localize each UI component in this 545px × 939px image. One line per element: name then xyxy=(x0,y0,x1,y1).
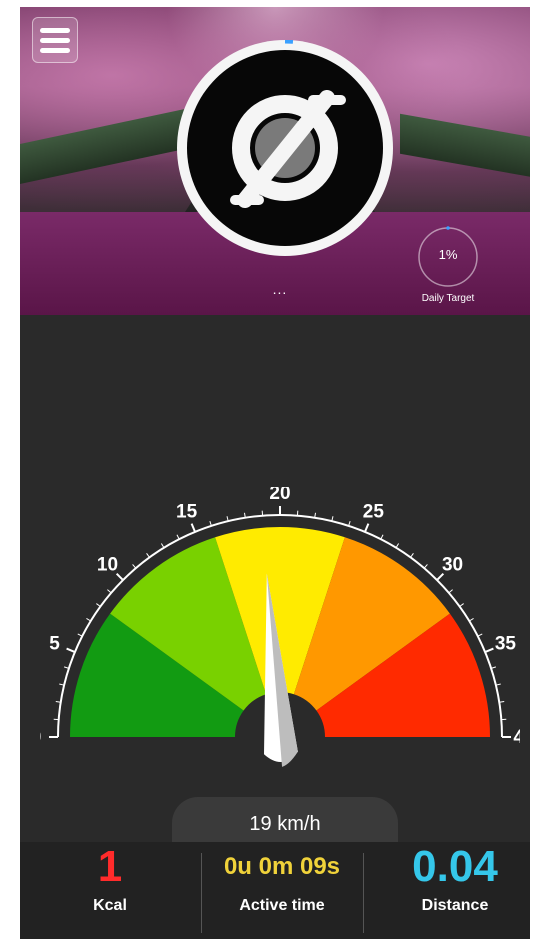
gauge-tick-label: 5 xyxy=(49,634,60,655)
gauge-tick xyxy=(410,553,414,558)
active-time-value: 0u 0m 09s xyxy=(223,853,341,880)
gauge-tick xyxy=(86,617,91,622)
gauge-tick-label: 40 xyxy=(513,727,520,748)
gauge-tick xyxy=(96,603,101,607)
daily-target-value: 1% xyxy=(438,247,458,262)
gauge-tick xyxy=(176,534,180,540)
distance-value: 0.04 xyxy=(412,842,498,891)
hamburger-menu-icon xyxy=(40,28,70,33)
daily-target-label: Daily Target xyxy=(421,293,475,304)
menu-line xyxy=(40,38,70,43)
gauge-tick-label: 35 xyxy=(495,634,517,655)
gauge-tick xyxy=(459,603,464,607)
active-time-label: Active time xyxy=(239,897,325,914)
bridge-rail-right xyxy=(400,113,530,181)
current-speed: 19 km/h xyxy=(249,813,321,835)
gauge-tick xyxy=(66,647,76,653)
gauge-tick xyxy=(395,543,400,548)
gauge-tick xyxy=(448,589,453,594)
gauge-tick xyxy=(146,553,150,558)
gauge-tick-label: 0 xyxy=(40,727,41,748)
gauge-tick xyxy=(423,564,428,569)
gauge-tick xyxy=(380,534,384,540)
speedometer-gauge: 0 5 10 15 20 25 30 35 40 xyxy=(40,487,520,767)
divider xyxy=(363,853,364,933)
menu-button[interactable] xyxy=(32,17,78,63)
gauge-tick xyxy=(160,543,165,548)
gauge-tick-label: 15 xyxy=(176,502,198,523)
gauge-tick xyxy=(132,564,137,569)
gauge-tick xyxy=(364,523,370,533)
distance-label: Distance xyxy=(421,897,489,914)
menu-line xyxy=(40,48,70,53)
gauge-tick xyxy=(469,617,474,622)
more-button[interactable]: ... xyxy=(265,281,295,297)
stat-distance: 0.04 Distance xyxy=(390,845,520,933)
gauge-tick xyxy=(190,523,196,533)
stat-kcal: 1 Kcal xyxy=(60,845,160,933)
gauge-tick-label: 30 xyxy=(442,554,463,575)
cycling-app-logo-icon[interactable] xyxy=(187,50,383,246)
app-screen: ... 1% Daily Target 0 5 10 15 20 25 30 35 40 19 … xyxy=(20,7,530,939)
bridge-rail-left xyxy=(20,105,200,189)
kcal-value: 1 xyxy=(97,842,123,891)
stat-active-time: 0u 0m 09s Active time xyxy=(202,845,362,933)
gauge-tick-label: 25 xyxy=(363,502,385,523)
gauge-tick-label: 10 xyxy=(97,554,118,575)
kcal-label: Kcal xyxy=(93,897,127,914)
gauge-tick xyxy=(484,647,494,653)
gauge-tick-label: 20 xyxy=(269,487,290,504)
gauge-tick xyxy=(77,633,83,637)
gauge-tick xyxy=(107,589,112,594)
gauge-tick xyxy=(477,633,483,637)
